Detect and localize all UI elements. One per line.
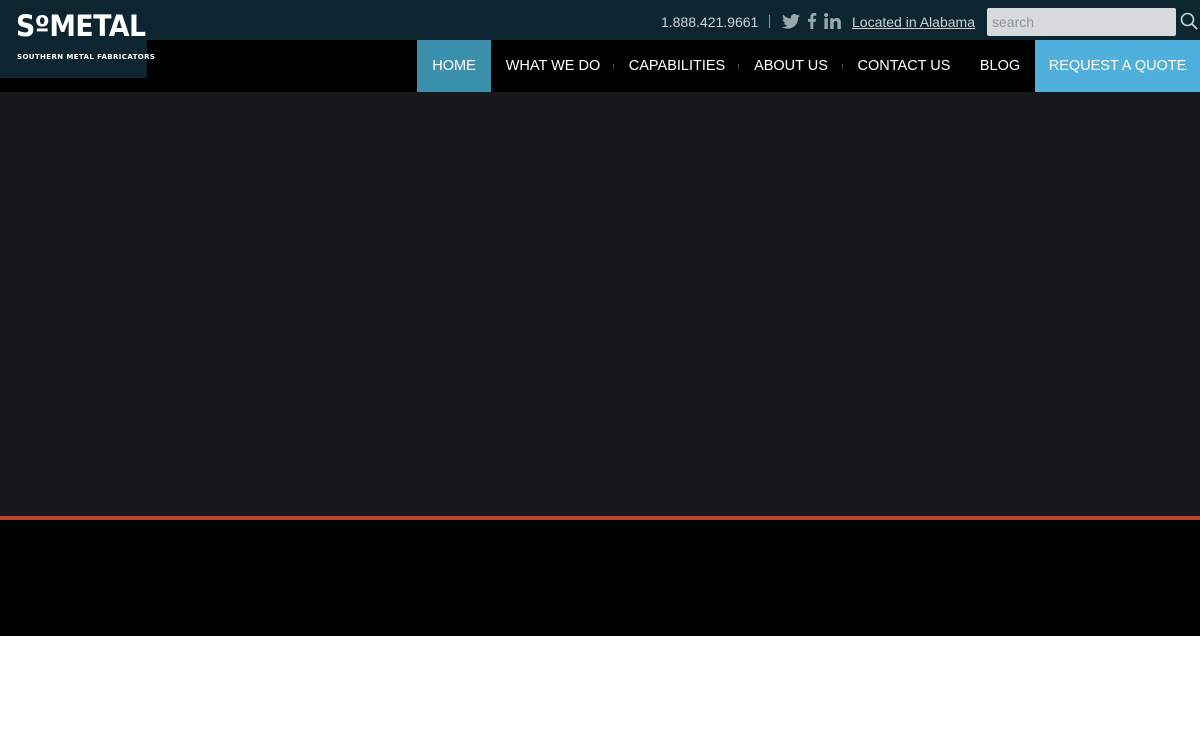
- nav-what-we-do[interactable]: WHAT WE DO: [497, 40, 609, 92]
- logo-wordmark: SºMETAL: [16, 9, 146, 43]
- nav-about-us[interactable]: ABOUT US: [746, 40, 836, 92]
- hero-area: [0, 92, 1200, 516]
- nav-separator: [842, 64, 843, 69]
- nav-contact-us[interactable]: CONTACT US: [850, 40, 958, 92]
- nav-blog[interactable]: BLOG: [970, 40, 1030, 92]
- nav-capabilities[interactable]: CAPABILITIES: [622, 40, 732, 92]
- nav-separator: [738, 64, 739, 69]
- twitter-icon[interactable]: [782, 12, 800, 30]
- facebook-icon[interactable]: [803, 12, 821, 30]
- site-logo[interactable]: SºMETAL SOUTHERN METAL FABRICATORS: [0, 0, 155, 78]
- logo-tagline: SOUTHERN METAL FABRICATORS: [17, 53, 156, 61]
- location-link[interactable]: Located in Alabama: [852, 14, 975, 30]
- search-input[interactable]: [987, 8, 1176, 36]
- linkedin-icon[interactable]: [823, 12, 841, 30]
- content-band: [0, 520, 1200, 636]
- divider: [769, 15, 770, 28]
- phone-number[interactable]: 1.888.421.9661: [661, 14, 758, 30]
- search-icon[interactable]: [1180, 12, 1198, 30]
- nav-home[interactable]: HOME: [417, 40, 491, 92]
- request-quote-button[interactable]: REQUEST A QUOTE: [1035, 40, 1200, 92]
- nav-separator: [613, 64, 614, 69]
